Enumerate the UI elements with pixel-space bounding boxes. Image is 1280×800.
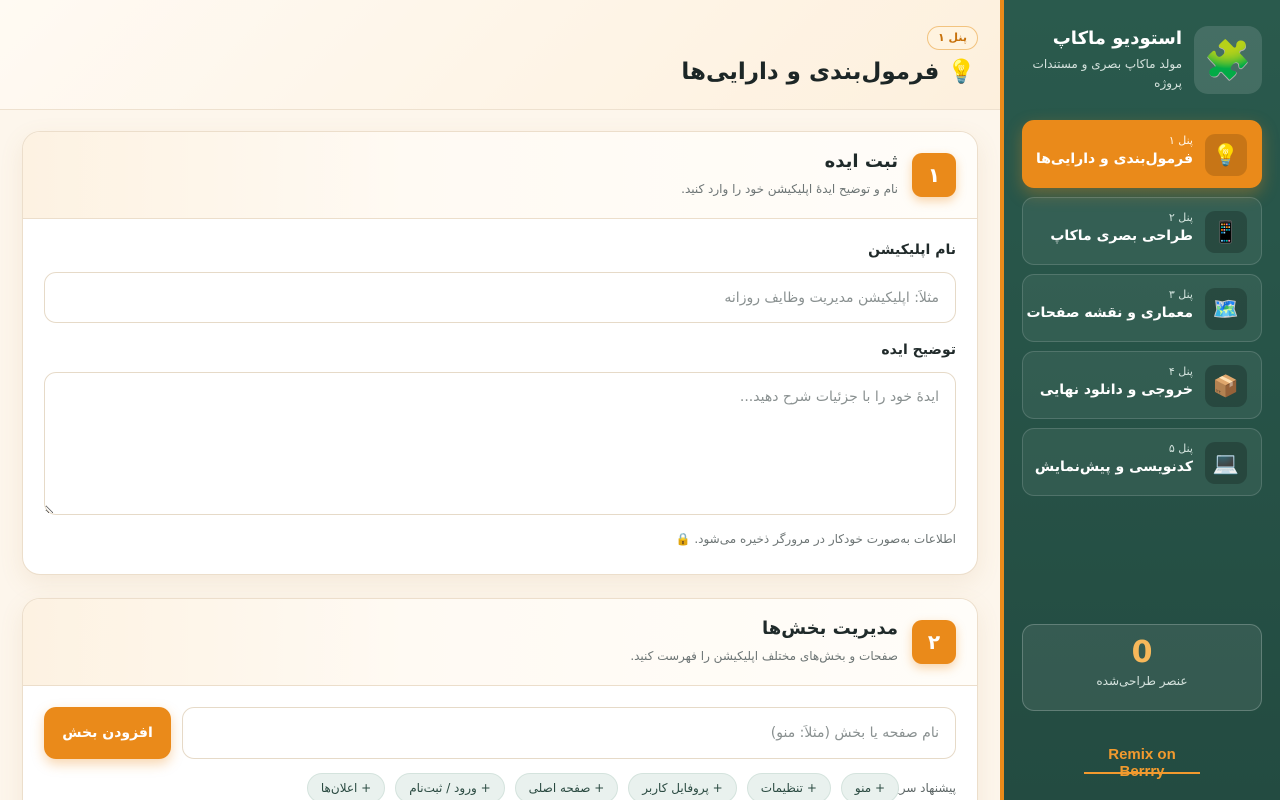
panel-badge: پنل ۱ [927, 26, 978, 50]
app-name-label: نام اپلیکیشن [868, 242, 956, 258]
puzzle-icon: 🧩 [1194, 26, 1262, 94]
autosave-note: اطلاعات به‌صورت خودکار در مرورگر ذخیره م… [675, 532, 956, 546]
idea-card-header: ۱ ثبت ایده نام و توضیح ایدهٔ اپلیکیشن خو… [23, 132, 977, 219]
page-header: پنل ۱ 💡 فرمول‌بندی و دارایی‌ها [0, 0, 1000, 110]
card-subtitle: نام و توضیح ایدهٔ اپلیکیشن خود را وارد ک… [681, 182, 898, 196]
idea-card: ۱ ثبت ایده نام و توضیح ایدهٔ اپلیکیشن خو… [22, 131, 978, 575]
idea-description-label: توضیح ایده [881, 342, 956, 358]
nav-item-panel-3[interactable]: 🗺️ پنل ۳ معماری و نقشه صفحات [1022, 274, 1262, 342]
remix-link[interactable]: Remix on Berrry [1084, 746, 1200, 780]
package-icon: 📦 [1205, 365, 1247, 407]
nav-panel-number: پنل ۲ [1168, 211, 1193, 224]
lightbulb-icon: 💡 [1205, 134, 1247, 176]
quick-suggestions: + منو + تنظیمات + پروفایل کاربر + صفحه اصلی… [306, 773, 899, 800]
laptop-icon: 💻 [1205, 442, 1247, 484]
designed-elements-stat: 0 عنصر طراحی‌شده [1022, 624, 1262, 711]
nav-label: معماری و نقشه صفحات [1026, 305, 1193, 321]
nav-label: خروجی و دانلود نهایی [1039, 382, 1193, 398]
nav-label: کدنویسی و پیش‌نمایش [1034, 459, 1193, 475]
brand-title: استودیو ماکاپ [1052, 28, 1182, 49]
nav-panel-number: پنل ۴ [1168, 365, 1193, 378]
suggestion-chip[interactable]: + ورود / ثبت‌نام [395, 773, 505, 800]
nav-label: طراحی بصری ماکاپ [1050, 228, 1193, 244]
stat-label: عنصر طراحی‌شده [1096, 674, 1188, 688]
step-number: ۲ [912, 620, 956, 664]
suggestion-chip[interactable]: + صفحه اصلی [514, 773, 619, 800]
sidebar: 🧩 استودیو ماکاپ مولد ماکاپ بصری و مستندا… [1000, 0, 1280, 800]
card-title: مدیریت بخش‌ها [762, 618, 898, 639]
brand-subtitle: مولد ماکاپ بصری و مستندات پروژه [1032, 57, 1182, 90]
idea-description-textarea[interactable] [44, 372, 956, 515]
card-title: ثبت ایده [824, 151, 898, 172]
app-name-input[interactable] [44, 272, 956, 323]
card-subtitle: صفحات و بخش‌های مختلف اپلیکیشن را فهرست … [630, 649, 898, 663]
panel-nav: 💡 پنل ۱ فرمول‌بندی و دارایی‌ها 📱 پنل ۲ طراحی … [1022, 120, 1262, 505]
nav-item-panel-2[interactable]: 📱 پنل ۲ طراحی بصری ماکاپ [1022, 197, 1262, 265]
mobile-phone-icon: 📱 [1205, 211, 1247, 253]
page-title: 💡 فرمول‌بندی و دارایی‌ها [681, 59, 976, 85]
step-number: ۱ [912, 153, 956, 197]
suggestion-chip[interactable]: + منو [840, 773, 899, 800]
nav-panel-number: پنل ۵ [1168, 442, 1193, 455]
main-content: پنل ۱ 💡 فرمول‌بندی و دارایی‌ها ۱ ثبت اید… [0, 0, 1000, 800]
suggestion-chip[interactable]: + اعلان‌ها [306, 773, 386, 800]
nav-item-panel-5[interactable]: 💻 پنل ۵ کدنویسی و پیش‌نمایش [1022, 428, 1262, 496]
suggestion-chip[interactable]: + پروفایل کاربر [628, 773, 737, 800]
nav-label: فرمول‌بندی و دارایی‌ها [1035, 151, 1193, 167]
section-name-input[interactable] [182, 707, 956, 759]
map-icon: 🗺️ [1205, 288, 1247, 330]
nav-item-panel-4[interactable]: 📦 پنل ۴ خروجی و دانلود نهایی [1022, 351, 1262, 419]
nav-panel-number: پنل ۱ [1168, 134, 1193, 147]
sections-card-header: ۲ مدیریت بخش‌ها صفحات و بخش‌های مختلف اپ… [23, 599, 977, 686]
nav-item-panel-1[interactable]: 💡 پنل ۱ فرمول‌بندی و دارایی‌ها [1022, 120, 1262, 188]
add-section-button[interactable]: افزودن بخش [44, 707, 171, 759]
nav-panel-number: پنل ۳ [1168, 288, 1193, 301]
stat-value: 0 [1131, 635, 1153, 670]
sections-card: ۲ مدیریت بخش‌ها صفحات و بخش‌های مختلف اپ… [22, 598, 978, 800]
brand: 🧩 استودیو ماکاپ مولد ماکاپ بصری و مستندا… [1022, 26, 1262, 96]
suggestion-chip[interactable]: + تنظیمات [746, 773, 831, 800]
